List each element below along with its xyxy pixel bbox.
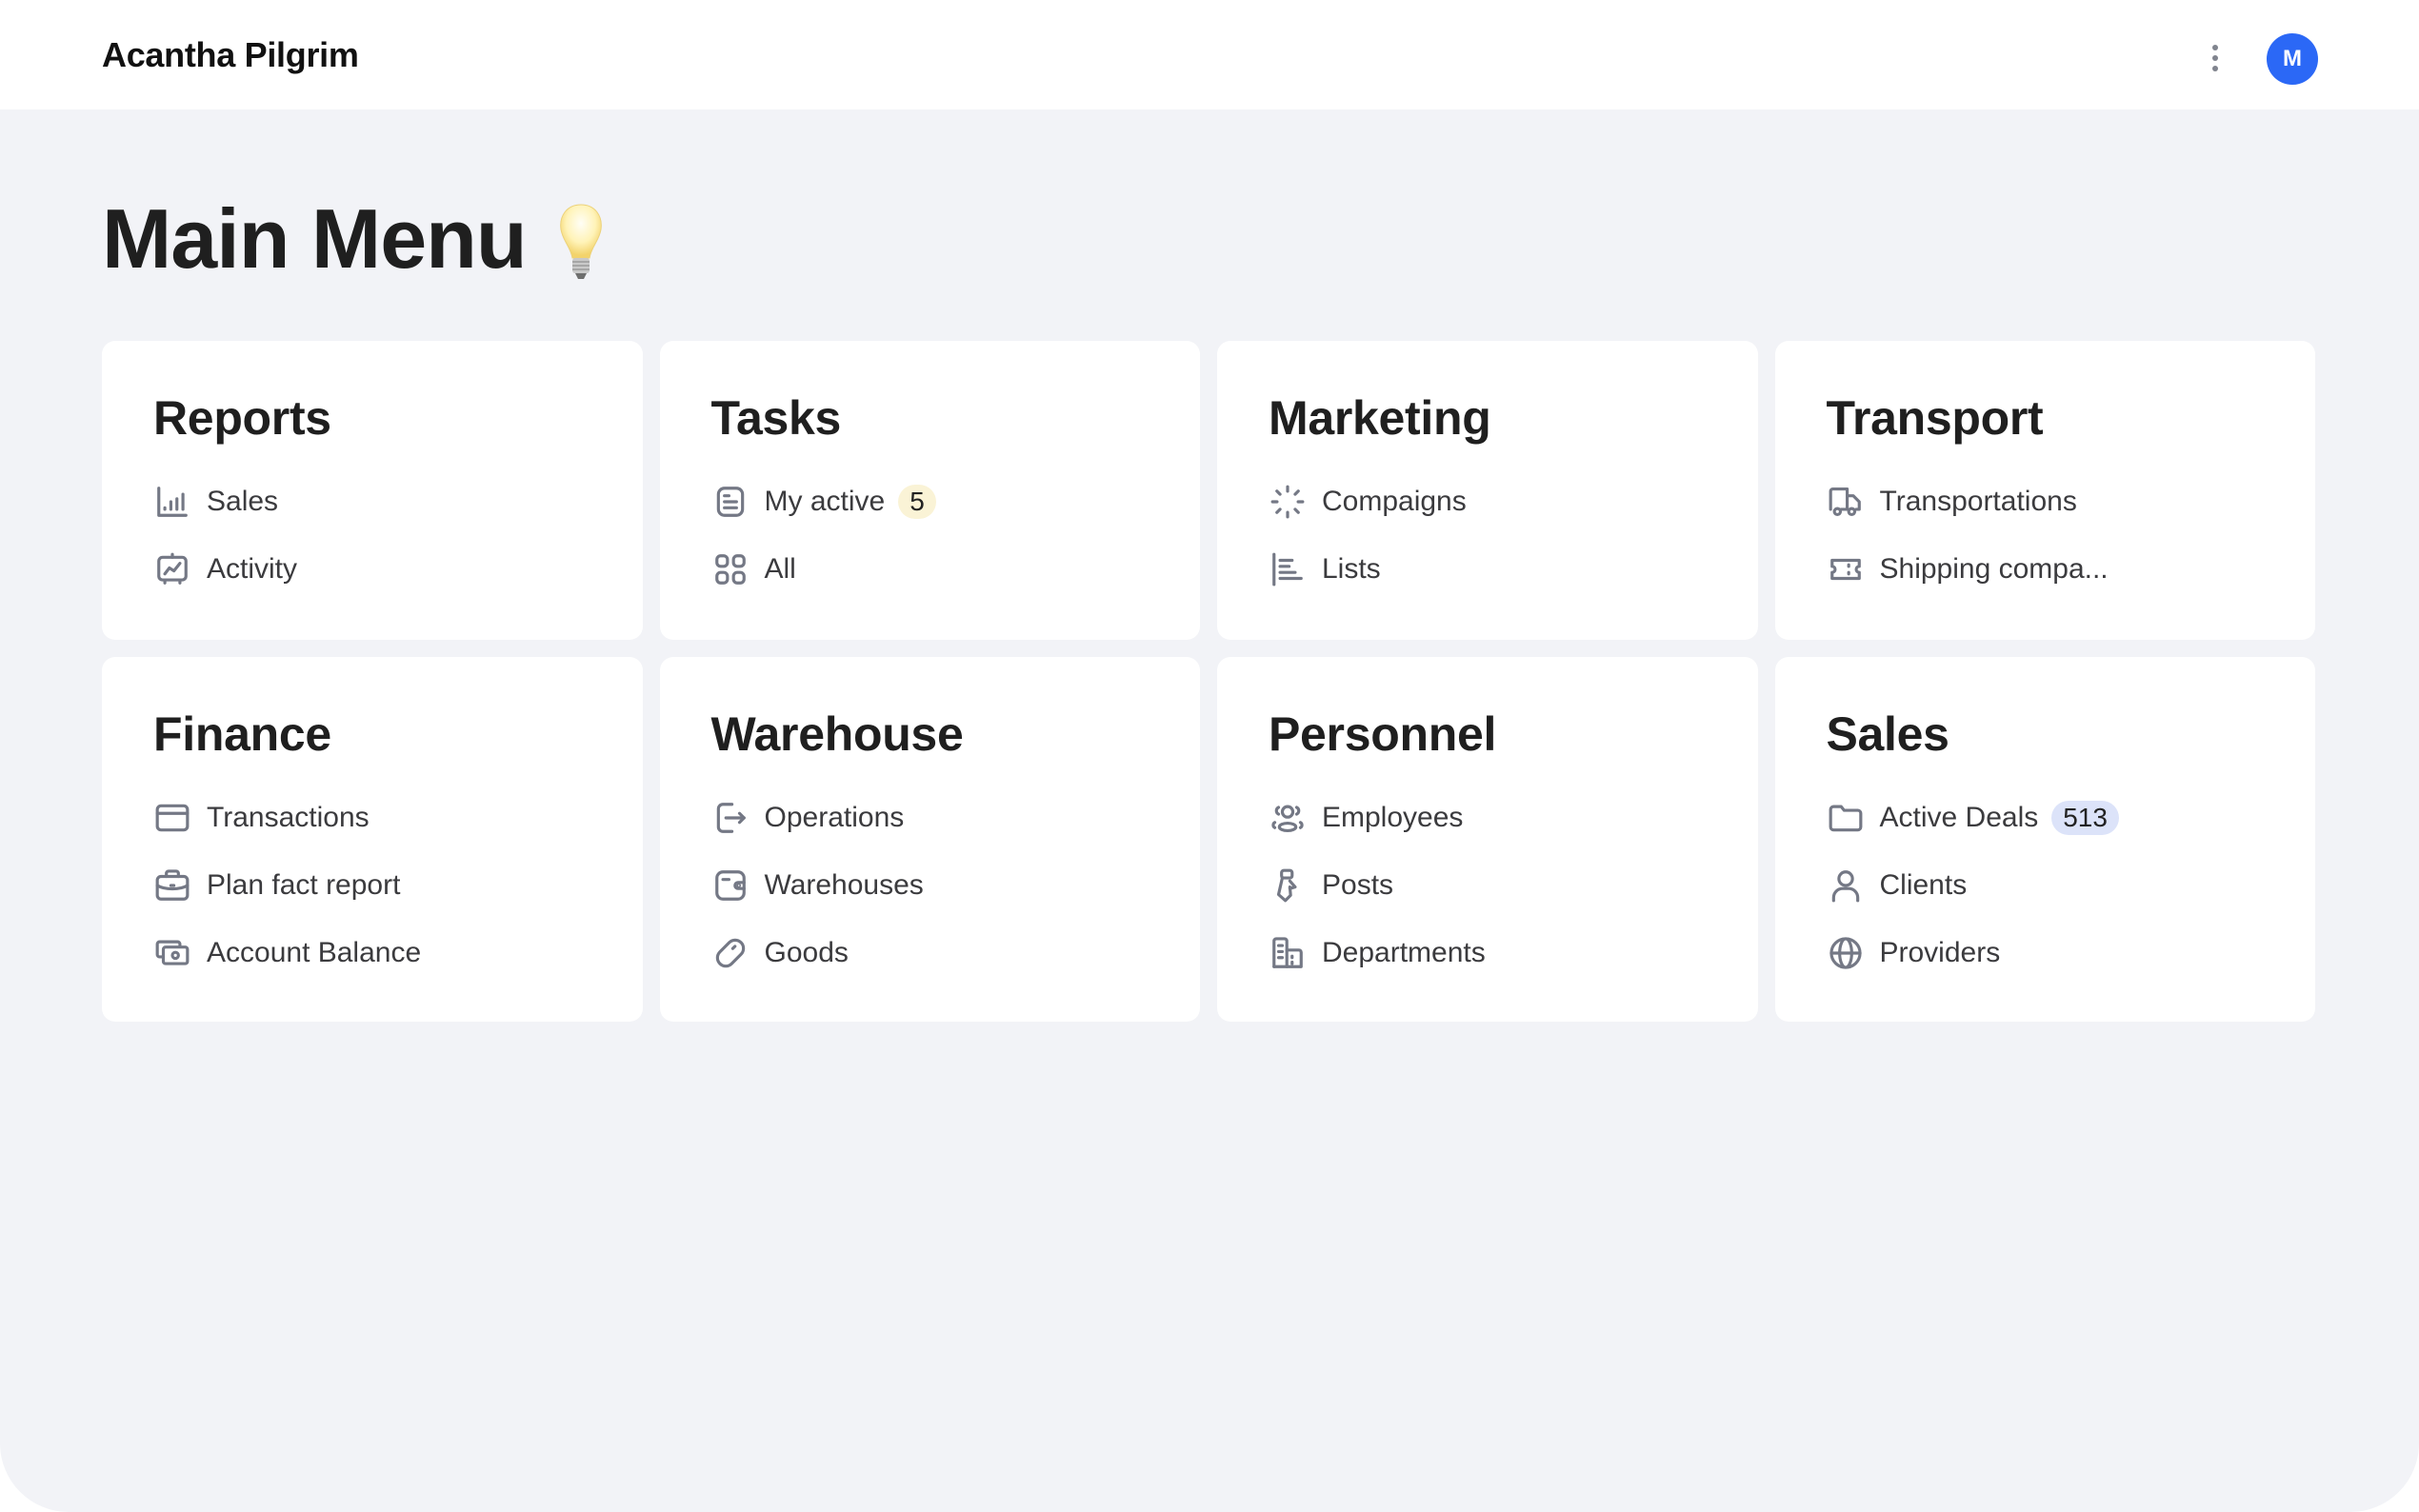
menu-item-posts[interactable]: Posts: [1269, 851, 1707, 919]
page-title-text: Main Menu: [102, 191, 528, 286]
card-title: Transport: [1826, 391, 2044, 445]
ticket-icon: [1827, 550, 1865, 588]
loader-icon: [1269, 483, 1307, 521]
card-transport: Transport Transportations Shipping compa…: [1774, 341, 2315, 640]
presentation-chart-icon: [153, 550, 191, 588]
menu-item-goods[interactable]: Goods: [711, 919, 1150, 986]
menu-item-transportations[interactable]: Transportations: [1827, 468, 2265, 535]
cash-icon: [153, 934, 191, 972]
menu-item-label: Account Balance: [207, 936, 422, 968]
more-options-button[interactable]: [2201, 38, 2229, 78]
card-tasks: Tasks My active 5 All: [659, 341, 1200, 640]
menu-item-label: Transactions: [207, 801, 370, 833]
building-icon: [1269, 934, 1307, 972]
tie-icon: [1269, 866, 1307, 905]
menu-item-my-active[interactable]: My active 5: [711, 468, 1150, 535]
card-finance: Finance Transactions Plan fact report Ac…: [102, 657, 643, 1022]
menu-item-sales-report[interactable]: Sales: [153, 468, 591, 535]
menu-item-employees[interactable]: Employees: [1269, 784, 1707, 851]
users-group-icon: [1269, 799, 1307, 837]
menu-item-activity[interactable]: Activity: [153, 535, 591, 603]
card-title: Finance: [153, 707, 331, 761]
menu-item-label: Goods: [764, 936, 849, 968]
count-badge: 513: [2051, 800, 2119, 835]
wallet-icon: [711, 866, 750, 905]
menu-item-plan-fact-report[interactable]: Plan fact report: [153, 851, 591, 919]
menu-item-label: My active: [764, 485, 886, 517]
menu-item-label: Active Deals: [1879, 801, 2039, 833]
card-title: Personnel: [1269, 707, 1497, 761]
menu-item-label: Transportations: [1879, 485, 2077, 517]
document-list-icon: [711, 483, 750, 521]
card-title: Reports: [153, 391, 331, 445]
card-reports: Reports Sales Activity: [102, 341, 643, 640]
card-title: Tasks: [710, 391, 842, 445]
user-avatar[interactable]: M: [2267, 33, 2318, 85]
menu-item-active-deals[interactable]: Active Deals 513: [1827, 784, 2265, 851]
menu-item-label: Plan fact report: [207, 868, 401, 901]
menu-item-operations[interactable]: Operations: [711, 784, 1150, 851]
truck-icon: [1827, 483, 1865, 521]
menu-item-label: All: [764, 552, 796, 585]
card-warehouse: Warehouse Operations Warehouses Goods: [659, 657, 1200, 1022]
card-sales: Sales Active Deals 513 Clients Providers: [1774, 657, 2315, 1022]
menu-item-label: Lists: [1322, 552, 1381, 585]
menu-item-label: Departments: [1322, 936, 1486, 968]
top-bar: Acantha Pilgrim M: [0, 0, 2419, 109]
credit-card-icon: [153, 799, 191, 837]
kebab-dot: [2212, 66, 2218, 71]
globe-icon: [1827, 934, 1865, 972]
menu-item-all-tasks[interactable]: All: [711, 535, 1150, 603]
menu-item-warehouses[interactable]: Warehouses: [711, 851, 1150, 919]
menu-item-label: Shipping compa...: [1879, 552, 2109, 585]
kebab-dot: [2212, 55, 2218, 61]
app-title: Acantha Pilgrim: [102, 35, 359, 74]
lightbulb-icon: [559, 204, 602, 279]
menu-item-label: Compaigns: [1322, 485, 1467, 517]
menu-grid: Reports Sales Activity Tasks My active 5…: [102, 341, 2315, 1022]
count-badge: 5: [898, 484, 936, 519]
menu-item-shipping-companies[interactable]: Shipping compa...: [1827, 535, 2265, 603]
card-personnel: Personnel Employees Posts Departments: [1217, 657, 1758, 1022]
menu-item-label: Employees: [1322, 801, 1464, 833]
menu-item-lists[interactable]: Lists: [1269, 535, 1707, 603]
card-title: Warehouse: [710, 707, 964, 761]
menu-item-label: Sales: [207, 485, 279, 517]
kebab-vertical-icon: [2212, 45, 2218, 50]
card-title: Marketing: [1269, 391, 1491, 445]
bar-chart-icon: [153, 483, 191, 521]
menu-item-label: Posts: [1322, 868, 1394, 901]
menu-item-label: Providers: [1879, 936, 2001, 968]
page-title: Main Menu: [102, 187, 607, 291]
menu-item-label: Clients: [1879, 868, 1968, 901]
card-marketing: Marketing Compaigns Lists: [1217, 341, 1758, 640]
menu-item-departments[interactable]: Departments: [1269, 919, 1707, 986]
logout-arrow-icon: [711, 799, 750, 837]
menu-item-label: Operations: [764, 801, 905, 833]
menu-item-clients[interactable]: Clients: [1827, 851, 2265, 919]
pill-icon: [711, 934, 750, 972]
briefcase-icon: [153, 866, 191, 905]
main-page: Acantha Pilgrim M Main Menu Reports Sale…: [0, 0, 2419, 1512]
align-left-icon: [1269, 550, 1307, 588]
user-icon: [1827, 866, 1865, 905]
grid-icon: [711, 550, 750, 588]
menu-item-label: Activity: [207, 552, 298, 585]
menu-item-transactions[interactable]: Transactions: [153, 784, 591, 851]
menu-item-campaigns[interactable]: Compaigns: [1269, 468, 1707, 535]
menu-item-label: Warehouses: [764, 868, 924, 901]
folder-icon: [1827, 799, 1865, 837]
menu-item-account-balance[interactable]: Account Balance: [153, 919, 591, 986]
card-title: Sales: [1826, 707, 1949, 761]
menu-item-providers[interactable]: Providers: [1827, 919, 2265, 986]
